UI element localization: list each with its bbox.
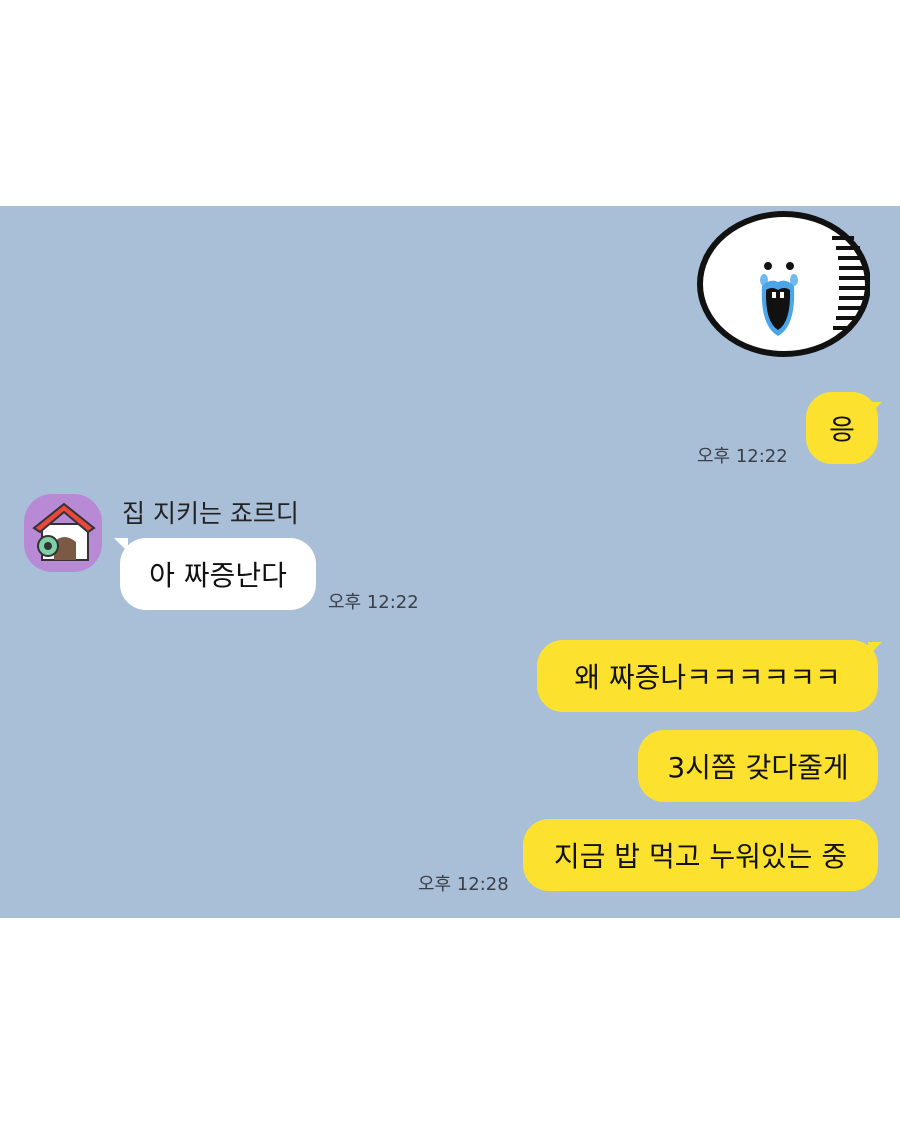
bubble-tail: [114, 538, 128, 552]
message-time: 오후 12:22: [328, 592, 419, 613]
message-text: 응: [829, 413, 855, 446]
chat-area: 응 오후 12:22 집 지키는 죠르디 아 짜증난다 오후 12:22 왜 짜…: [0, 206, 900, 918]
sender-name: 집 지키는 죠르디: [122, 499, 299, 528]
message-text: 왜 짜증나ㅋㅋㅋㅋㅋㅋ: [574, 661, 841, 694]
my-message-bubble[interactable]: 왜 짜증나ㅋㅋㅋㅋㅋㅋ: [537, 640, 878, 712]
message-time: 오후 12:22: [697, 446, 788, 467]
bubble-tail: [868, 402, 882, 416]
crying-face-sticker[interactable]: [694, 208, 870, 358]
bubble-tail: [868, 642, 882, 656]
message-text: 지금 밥 먹고 누워있는 중: [553, 840, 848, 873]
doghouse-icon: [32, 502, 96, 561]
friend-avatar[interactable]: [24, 494, 102, 572]
message-text: 3시쯤 갖다줄게: [667, 751, 849, 784]
friend-message-bubble[interactable]: 아 짜증난다: [120, 538, 316, 610]
my-message-bubble[interactable]: 3시쯤 갖다줄게: [638, 730, 878, 802]
message-time: 오후 12:28: [418, 874, 509, 895]
message-text: 아 짜증난다: [149, 559, 287, 592]
my-message-bubble[interactable]: 지금 밥 먹고 누워있는 중: [523, 819, 878, 891]
